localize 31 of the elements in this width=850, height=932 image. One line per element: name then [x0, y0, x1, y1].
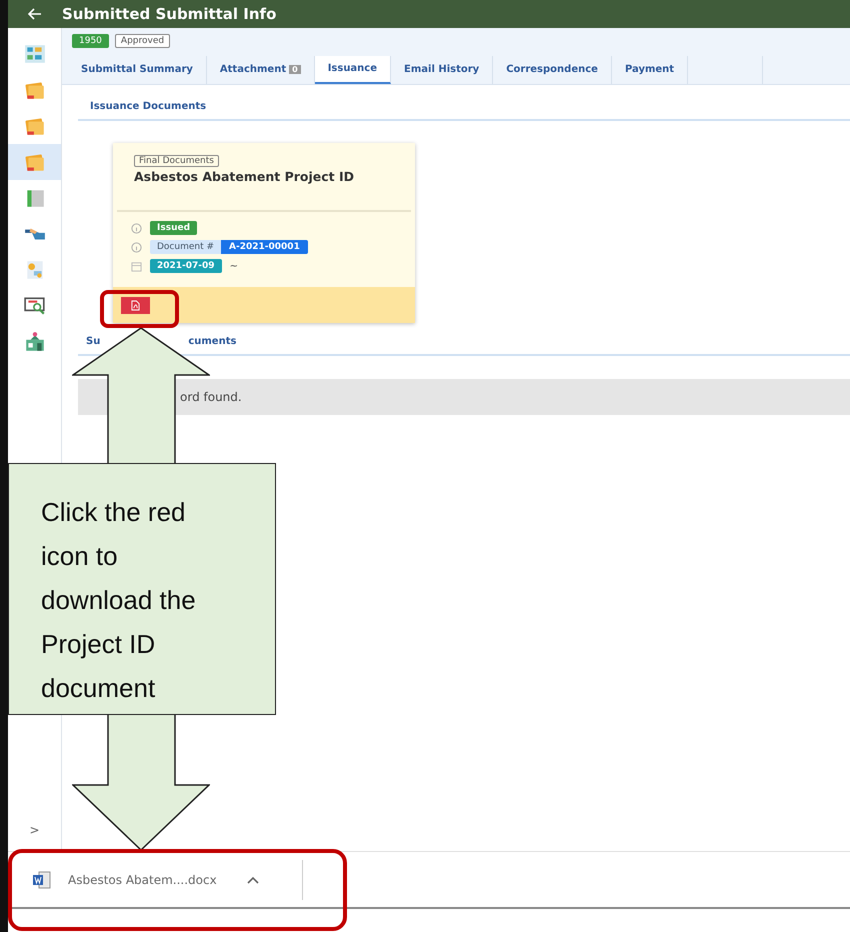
word-document-icon [32, 870, 52, 888]
document-icon [131, 300, 140, 310]
info-icon [131, 222, 142, 234]
record-number: 1950 [72, 34, 109, 48]
download-item[interactable]: Asbestos Abatem....docx [32, 870, 302, 888]
document-number: A-2021-00001 [221, 240, 308, 254]
status-tag: Issued [150, 221, 198, 235]
expand-toggle[interactable]: > [29, 823, 40, 837]
document-number-label: Document # [150, 240, 222, 254]
date-tag: 2021-07-09 [150, 259, 222, 273]
monitor-icon [24, 295, 46, 317]
caret-icon[interactable] [246, 876, 259, 884]
section-heading: Su [86, 336, 100, 347]
back-arrow-icon[interactable] [28, 8, 42, 20]
category-tag: Final Documents [134, 155, 219, 167]
status-tag: Approved [114, 34, 170, 48]
section-heading: Issuance Documents [90, 101, 206, 112]
file-name: Asbestos Abatem....docx [68, 872, 217, 886]
info-icon [131, 242, 142, 252]
section-heading: cuments [188, 336, 236, 347]
date-separator: ~ [230, 260, 238, 272]
document-title: Asbestos Abatement Project ID [134, 169, 354, 184]
download-button[interactable] [121, 296, 150, 314]
dashboard-icon [24, 43, 46, 65]
calendar-icon [131, 260, 142, 272]
empty-message: ord found. [180, 390, 242, 404]
tab[interactable]: Issuance [314, 56, 392, 84]
count-badge: 0 [289, 65, 301, 74]
page-title: Submitted Submittal Info [62, 5, 276, 23]
callout-text: Click the red icon to download the Project ID document [41, 497, 196, 703]
building-icon [24, 331, 46, 353]
